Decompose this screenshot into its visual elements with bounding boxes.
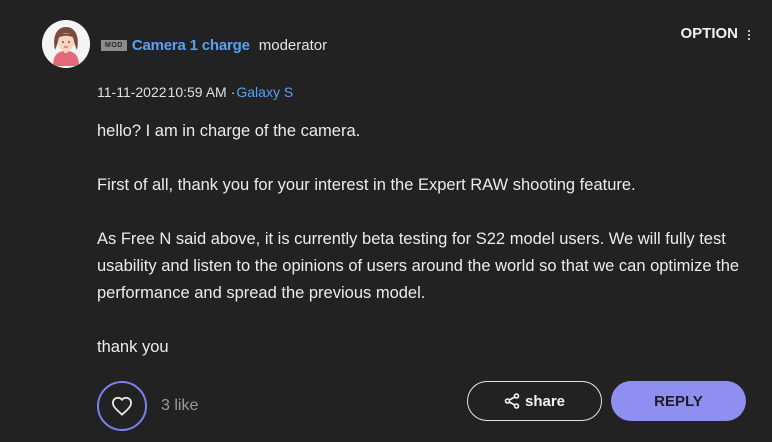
post-date: 11-11-2022 <box>97 84 167 100</box>
post-paragraph: thank you <box>97 338 169 356</box>
device-category-link[interactable]: Galaxy S <box>236 84 293 100</box>
reply-label: REPLY <box>654 392 703 410</box>
author-info: MOD Camera 1 charge moderator <box>101 34 327 56</box>
reply-button[interactable]: REPLY <box>611 381 746 421</box>
post-meta: 11-11-2022 10:59 AM · Galaxy S <box>97 84 293 100</box>
share-button[interactable]: share <box>467 381 602 421</box>
moderator-badge: MOD <box>101 39 127 51</box>
option-menu-button[interactable]: OPTION <box>680 25 750 42</box>
share-icon <box>504 393 520 409</box>
share-label: share <box>524 392 566 410</box>
like-button[interactable] <box>97 381 147 431</box>
option-label: OPTION <box>680 25 738 42</box>
meta-separator: · <box>230 84 236 100</box>
post-paragraph: First of all, thank you for your interes… <box>97 176 636 194</box>
community-post: MOD Camera 1 charge moderator OPTION 11-… <box>0 0 772 442</box>
post-paragraph: As Free N said above, it is currently be… <box>97 230 740 302</box>
like-count: 3 like <box>161 397 199 414</box>
author-role: moderator <box>258 36 328 54</box>
post-time: 10:59 AM <box>167 84 227 100</box>
female-avatar-icon[interactable] <box>42 20 90 68</box>
author-name-link[interactable]: Camera 1 charge <box>132 37 250 54</box>
heart-icon <box>111 396 133 416</box>
post-paragraph: hello? I am in charge of the camera. <box>97 122 361 140</box>
vertical-dots-icon <box>748 28 750 40</box>
post-body: hello? I am in charge of the camera. Fir… <box>97 118 757 388</box>
